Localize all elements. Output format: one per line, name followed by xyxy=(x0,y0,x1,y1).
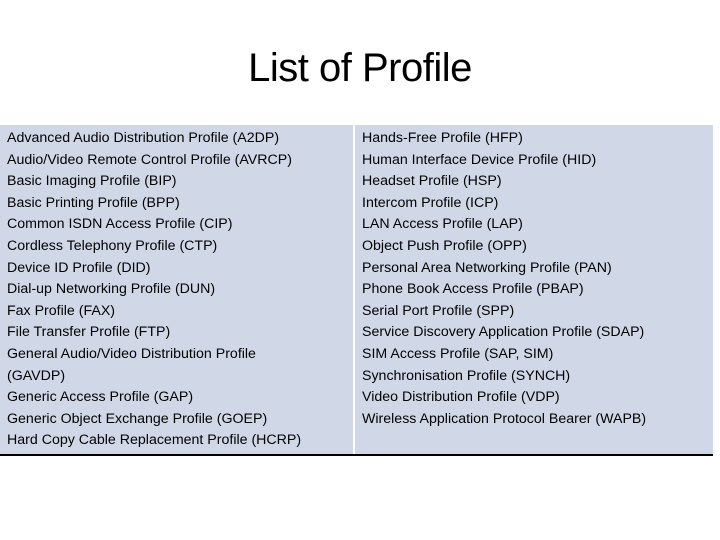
profile-item: Human Interface Device Profile (HID) xyxy=(362,151,597,168)
profile-item: Generic Object Exchange Profile (GOEP) xyxy=(7,410,268,427)
profile-item: Common ISDN Access Profile (CIP) xyxy=(7,216,233,233)
profile-item: (GAVDP) xyxy=(7,367,66,384)
profile-item: Cordless Telephony Profile (CTP) xyxy=(7,237,218,254)
profile-item: Video Distribution Profile (VDP) xyxy=(362,389,560,406)
right-column: Hands-Free Profile (HFP) Human Interface … xyxy=(355,125,713,454)
profile-item: Serial Port Profile (SPP) xyxy=(362,302,515,319)
profile-item: SIM Access Profile (SAP, SIM) xyxy=(362,345,554,362)
profile-item: File Transfer Profile (FTP) xyxy=(7,324,171,341)
profile-item: Hands-Free Profile (HFP) xyxy=(362,130,523,146)
profile-item: Generic Access Profile (GAP) xyxy=(7,389,194,406)
profile-item: Device ID Profile (DID) xyxy=(7,259,151,276)
profile-item: Phone Book Access Profile (PBAP) xyxy=(362,281,584,298)
profile-item: LAN Access Profile (LAP) xyxy=(362,216,523,233)
profile-item: General Audio/Video Distribution Profile xyxy=(7,345,256,362)
profile-item: Object Push Profile (OPP) xyxy=(362,237,527,254)
profile-item: Intercom Profile (ICP) xyxy=(362,194,499,211)
slide-title: List of Profile xyxy=(248,46,472,90)
profile-item: Hard Copy Cable Replacement Profile (HCR… xyxy=(7,432,302,449)
profile-item: Audio/Video Remote Control Profile (AVRC… xyxy=(7,151,292,168)
profile-item: Basic Printing Profile (BPP) xyxy=(7,194,180,211)
profile-table: Advanced Audio Distribution Profile (A2D… xyxy=(0,125,713,456)
left-column: Advanced Audio Distribution Profile (A2D… xyxy=(0,125,353,454)
profile-item: Wireless Application Protocol Bearer (WA… xyxy=(362,410,647,427)
profile-item: Synchronisation Profile (SYNCH) xyxy=(362,367,571,384)
profile-item: Advanced Audio Distribution Profile (A2D… xyxy=(7,130,280,146)
profile-item: Service Discovery Application Profile (S… xyxy=(362,324,645,341)
profile-item: Dial-up Networking Profile (DUN) xyxy=(7,281,216,298)
profile-item: Basic Imaging Profile (BIP) xyxy=(7,173,177,190)
profile-item: Fax Profile (FAX) xyxy=(7,302,116,319)
profile-item: Headset Profile (HSP) xyxy=(362,173,502,190)
profile-item: Personal Area Networking Profile (PAN) xyxy=(362,259,612,276)
